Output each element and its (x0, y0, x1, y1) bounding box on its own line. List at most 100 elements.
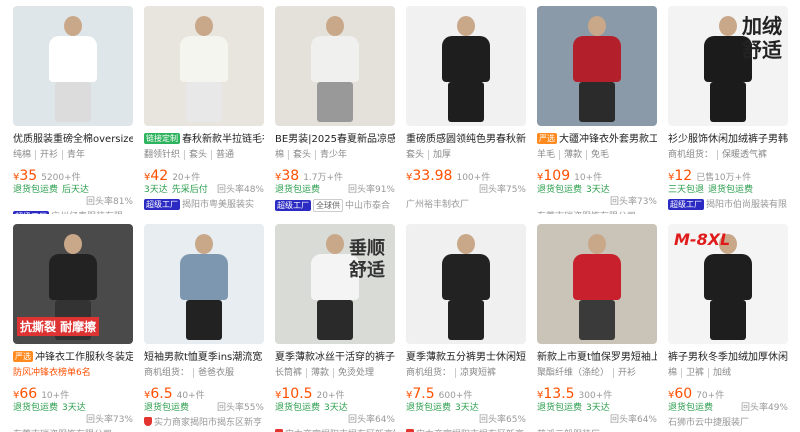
global-supply-badge: 全球供 (313, 199, 343, 212)
product-card[interactable]: 重磅质感圆领纯色男春秋新 套头 加厚 ¥33.98 100+件 回头率75% 广州裕丰制衣厂 (406, 6, 526, 214)
shop-row[interactable]: 石狮市云中捷服装厂 (668, 417, 788, 429)
product-image[interactable] (144, 6, 264, 126)
ranking-tag[interactable]: 防风冲锋衣榜单6名 (13, 368, 91, 378)
shop-name[interactable]: 广州裕丰制衣厂 (406, 200, 469, 210)
model-head (64, 234, 82, 254)
product-card[interactable]: 严选 大疆冲锋衣外套男款工 羊毛 薄款 免毛 ¥109 10+件 退货包运费 3天达 回头率73%… (537, 6, 657, 214)
price-value: 10.5 (281, 386, 313, 399)
garment-top (49, 254, 97, 300)
product-image[interactable] (537, 224, 657, 344)
sold-count: 20+件 (316, 391, 345, 399)
service-row: 回头率75% (406, 184, 526, 196)
product-card[interactable]: 链接定制 春秋新款半拉链毛衣 翻领针织 套头 普通 ¥42 20+件 3天达 先采后付 回头率48… (144, 6, 264, 214)
product-title-text[interactable]: 衫少服饰休闲加绒裤子男韩 (668, 134, 788, 145)
product-image[interactable] (275, 6, 395, 126)
shop-name[interactable]: 揭阳市揭东区新亨 (190, 418, 262, 428)
product-card[interactable]: 优质服装重磅全棉oversize 纯棉 开衫 青年 ¥35 5200+件 退货包运费 后天达回… (13, 6, 133, 214)
garment-top (573, 254, 621, 300)
product-tags: 防风冲锋衣榜单6名 (13, 367, 133, 379)
service-tag: 退货包运费 (144, 403, 190, 413)
repurchase-rate: 回头率81% (85, 197, 133, 207)
product-title[interactable]: 新款上市夏t恤保罗男短袖上 (537, 351, 657, 364)
tag: 套头 (184, 150, 208, 160)
product-image[interactable]: 加绒 舒适 (668, 6, 788, 126)
product-card[interactable]: 垂顺 舒适 夏季薄款冰丝干活穿的裤子 长筒裤 薄款 免烫处理 ¥10.5 20+件 退货包运费… (275, 224, 395, 432)
product-title[interactable]: 夏季薄款五分裤男士休闲短 (406, 351, 526, 364)
product-image[interactable]: M-8XL (668, 224, 788, 344)
product-title-text[interactable]: 夏季薄款冰丝干活穿的裤子 (275, 352, 395, 363)
product-title[interactable]: 优质服装重磅全棉oversize (13, 133, 133, 146)
shop-name[interactable]: 揭阳市粤美服装实 (182, 200, 254, 210)
product-title-text[interactable]: 冲锋衣工作服秋冬装定 (35, 352, 133, 363)
product-image[interactable]: 抗撕裂 耐摩擦 (13, 224, 133, 344)
shop-row[interactable]: 超级工厂 全球供 中山市泰合 (275, 199, 395, 212)
tag: 商机组货： (144, 368, 190, 378)
tag: 爸爸衣服 (193, 368, 235, 378)
tag: 普通 (211, 150, 235, 160)
product-title[interactable]: BE男装|2025春夏新品凉感 (275, 133, 395, 146)
shield-icon (144, 417, 152, 426)
product-card[interactable]: BE男装|2025春夏新品凉感棉套头 青少年 ¥38 1.7万+件 退货包运费 回头率91… (275, 6, 395, 214)
product-image[interactable] (144, 224, 264, 344)
product-title-text[interactable]: 优质服装重磅全棉oversize (13, 134, 133, 145)
product-tags: 长筒裤 薄款 免烫处理 (275, 367, 395, 379)
shop-name[interactable]: 揭阳市伯尚服装有限 (706, 200, 787, 210)
garment-top (180, 36, 228, 82)
product-tags: 纯棉 开衫 青年 (13, 149, 133, 161)
product-title[interactable]: 严选 大疆冲锋衣外套男款工 (537, 133, 657, 146)
product-title[interactable]: 衫少服饰休闲加绒裤子男韩 (668, 133, 788, 146)
price-value: 7.5 (412, 386, 435, 399)
product-tags: 棉套头 青少年 (275, 149, 395, 161)
shop-name[interactable]: 中山市泰合 (345, 201, 390, 211)
sold-count: 600+件 (438, 391, 473, 399)
product-title-text[interactable]: 大疆冲锋衣外套男款工 (559, 134, 657, 145)
shop-name[interactable]: 石狮市云中捷服装厂 (668, 418, 749, 428)
model-head (588, 16, 606, 36)
product-title-text[interactable]: 短袖男款t恤夏季ins潮流宽 (144, 352, 262, 363)
service-tag: 3天达 (62, 403, 86, 413)
shop-name[interactable]: 广州亿泰服装有限 (51, 212, 123, 214)
product-title[interactable]: 重磅质感圆领纯色男春秋新 (406, 133, 526, 146)
shop-row[interactable]: 超级工厂广州亿泰服装有限 (13, 211, 133, 214)
tag: 棉 (668, 368, 678, 378)
product-title-text[interactable]: 重磅质感圆领纯色男春秋新 (406, 134, 526, 145)
tag: 免烫处理 (333, 368, 375, 378)
shop-row[interactable]: 实力商家揭阳市揭东区新亨 (144, 417, 264, 429)
product-title[interactable]: 链接定制 春秋新款半拉链毛衣 (144, 133, 264, 146)
product-card[interactable]: 短袖男款t恤夏季ins潮流宽 商机组货： 爸爸衣服 ¥6.5 40+件 退货包运费 回头率5… (144, 224, 264, 432)
product-title-text[interactable]: 夏季薄款五分裤男士休闲短 (406, 352, 526, 363)
product-image[interactable] (406, 6, 526, 126)
garment-top (704, 254, 752, 300)
image-overlay-text: M-8XL (674, 230, 731, 249)
product-card[interactable]: 加绒 舒适 衫少服饰休闲加绒裤子男韩 商机组货： 保暖透气裤 ¥12 已售10万+件 三天包… (668, 6, 788, 214)
product-tags: 翻领针织 套头 普通 (144, 149, 264, 161)
product-title[interactable]: 夏季薄款冰丝干活穿的裤子 (275, 351, 395, 364)
product-image[interactable] (537, 6, 657, 126)
shop-row[interactable]: 超级工厂 揭阳市伯尚服装有限 (668, 199, 788, 211)
product-card[interactable]: 新款上市夏t恤保罗男短袖上 聚酯纤维（涤纶） 开衫 ¥13.5 300+件 退货包运费 3天… (537, 224, 657, 432)
product-title[interactable]: 短袖男款t恤夏季ins潮流宽 (144, 351, 264, 364)
shop-row[interactable]: 东莞市瑞姿服饰有限公司 (537, 211, 657, 214)
tag: 青少年 (315, 150, 348, 160)
garment-bottom (579, 300, 615, 340)
product-card[interactable]: M-8XL 裤子男秋冬季加绒加厚休闲裤棉卫裤 加绒 ¥60 70+件 退货包运费 回头率49… (668, 224, 788, 432)
product-title[interactable]: 严选 冲锋衣工作服秋冬装定 (13, 351, 133, 364)
model-head (719, 16, 737, 36)
sold-count: 40+件 (176, 391, 205, 399)
product-card[interactable]: 抗撕裂 耐摩擦 严选 冲锋衣工作服秋冬装定 防风冲锋衣榜单6名 ¥66 10+件 退货包运费… (13, 224, 133, 432)
product-title[interactable]: 裤子男秋冬季加绒加厚休闲裤 (668, 351, 788, 364)
price-value: 60 (674, 386, 693, 399)
product-card[interactable]: 夏季薄款五分裤男士休闲短 商机组货： 凉爽短裤 ¥7.5 600+件 退货包运费 3天达 回头… (406, 224, 526, 432)
image-overlay-text: 加绒 舒适 (742, 14, 782, 62)
price-value: 35 (19, 168, 38, 181)
shop-name[interactable]: 东莞市瑞姿服饰有限公司 (537, 212, 636, 214)
product-title-text[interactable]: 新款上市夏t恤保罗男短袖上 (537, 352, 657, 363)
product-title-text[interactable]: 裤子男秋冬季加绒加厚休闲裤 (668, 352, 788, 363)
product-title-text[interactable]: BE男装|2025春夏新品凉感 (275, 134, 395, 145)
product-image[interactable] (406, 224, 526, 344)
shop-row[interactable]: 广州裕丰制衣厂 (406, 199, 526, 211)
product-title-text[interactable]: 春秋新款半拉链毛衣 (182, 134, 264, 145)
product-image[interactable] (13, 6, 133, 126)
shop-row[interactable]: 超级工厂 揭阳市粤美服装实 (144, 199, 264, 211)
product-image[interactable]: 垂顺 舒适 (275, 224, 395, 344)
